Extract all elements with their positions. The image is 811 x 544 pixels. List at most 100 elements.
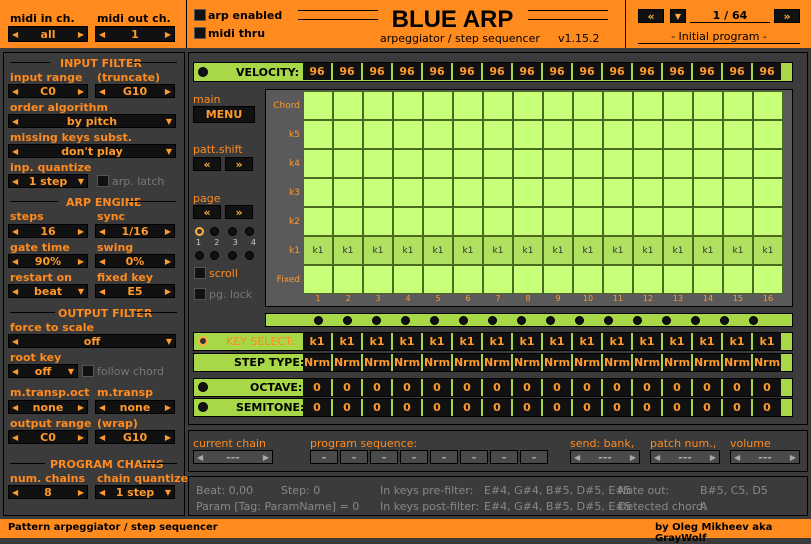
page-radio-4[interactable]: [245, 227, 254, 236]
grid-cell[interactable]: [753, 178, 783, 207]
octave-cell[interactable]: 0: [453, 379, 481, 396]
chevron-down-icon[interactable]: ▼: [166, 117, 172, 126]
step-type-cell[interactable]: Nrm: [393, 354, 421, 371]
grid-cell[interactable]: k1: [423, 236, 453, 265]
menu-button[interactable]: MENU: [193, 106, 255, 123]
grid-cell[interactable]: [573, 265, 603, 294]
grid-cell[interactable]: [603, 265, 633, 294]
page-radio-7[interactable]: [228, 251, 237, 260]
grid-cell[interactable]: [423, 149, 453, 178]
force-scale-select[interactable]: ◀ off ▼: [8, 334, 176, 348]
grid-cell[interactable]: [723, 178, 753, 207]
follow-chord-checkbox[interactable]: [82, 365, 94, 377]
velocity-cell[interactable]: 96: [513, 63, 541, 80]
grid-cell[interactable]: [633, 265, 663, 294]
grid-cell[interactable]: [543, 149, 573, 178]
velocity-cell[interactable]: 96: [633, 63, 661, 80]
sequence-slot[interactable]: -: [430, 450, 458, 464]
right-arrow-icon[interactable]: ▶: [78, 87, 84, 96]
step-type-cell[interactable]: Nrm: [543, 354, 571, 371]
grid-cell[interactable]: [663, 265, 693, 294]
grid-cell[interactable]: [723, 265, 753, 294]
grid-cell[interactable]: k1: [393, 236, 423, 265]
grid-cell[interactable]: [753, 149, 783, 178]
velocity-cell[interactable]: 96: [303, 63, 331, 80]
right-arrow-icon[interactable]: ▶: [710, 453, 716, 462]
right-arrow-icon[interactable]: ▶: [78, 227, 84, 236]
step-type-cell[interactable]: Nrm: [663, 354, 691, 371]
grid-cell[interactable]: [363, 207, 393, 236]
current-chain-select[interactable]: ◀ --- ▶: [193, 450, 273, 464]
grid-cell[interactable]: [633, 178, 663, 207]
grid-cell[interactable]: [753, 91, 783, 120]
midi-in-select[interactable]: ◀ all ▶: [8, 26, 88, 42]
velocity-cell[interactable]: 96: [483, 63, 511, 80]
right-arrow-icon[interactable]: ▶: [78, 30, 84, 39]
grid-cell[interactable]: [573, 149, 603, 178]
velocity-cell[interactable]: 96: [543, 63, 571, 80]
volume-select[interactable]: ◀ --- ▶: [730, 450, 800, 464]
semitone-cell[interactable]: 0: [423, 399, 451, 416]
grid-cell[interactable]: [393, 178, 423, 207]
right-arrow-icon[interactable]: ▶: [165, 87, 171, 96]
grid-cell[interactable]: k1: [513, 236, 543, 265]
semitone-cell[interactable]: 0: [513, 399, 541, 416]
grid-cell[interactable]: [363, 265, 393, 294]
grid-cell[interactable]: [603, 207, 633, 236]
chevron-down-icon[interactable]: ▼: [78, 177, 84, 186]
page-radio-5[interactable]: [195, 251, 204, 260]
grid-cell[interactable]: [663, 91, 693, 120]
octave-cell[interactable]: 0: [423, 379, 451, 396]
grid-cell[interactable]: [483, 149, 513, 178]
grid-cell[interactable]: k1: [543, 236, 573, 265]
grid-cell[interactable]: k1: [663, 236, 693, 265]
grid-cell[interactable]: [423, 207, 453, 236]
grid-cell[interactable]: [753, 207, 783, 236]
grid-cell[interactable]: [603, 120, 633, 149]
semitone-cell[interactable]: 0: [333, 399, 361, 416]
fixed-key-select[interactable]: ◀ E5 ▶: [95, 284, 175, 298]
grid-cell[interactable]: [453, 265, 483, 294]
grid-cell[interactable]: [333, 265, 363, 294]
octave-cell[interactable]: 0: [753, 379, 781, 396]
semitone-cell[interactable]: 0: [573, 399, 601, 416]
grid-cell[interactable]: k1: [633, 236, 663, 265]
program-dropdown-button[interactable]: ▼: [670, 9, 686, 23]
grid-cell[interactable]: [483, 207, 513, 236]
semitone-cell[interactable]: 0: [363, 399, 391, 416]
midi-thru-checkbox[interactable]: [194, 27, 206, 39]
velocity-cell[interactable]: 96: [333, 63, 361, 80]
grid-cell[interactable]: [603, 91, 633, 120]
key-select-cell[interactable]: k1: [663, 333, 691, 350]
velocity-cell[interactable]: 96: [453, 63, 481, 80]
grid-cell[interactable]: k1: [753, 236, 783, 265]
input-quantize-select[interactable]: ◀ 1 step ▼: [8, 174, 88, 188]
chevron-down-icon[interactable]: ▼: [166, 147, 172, 156]
velocity-indicator[interactable]: [198, 67, 208, 77]
grid-cell[interactable]: k1: [453, 236, 483, 265]
input-range-high[interactable]: ◀ G10 ▶: [95, 84, 175, 98]
grid-cell[interactable]: [513, 120, 543, 149]
velocity-cell[interactable]: 96: [693, 63, 721, 80]
grid-cell[interactable]: [423, 120, 453, 149]
sequence-slot[interactable]: -: [340, 450, 368, 464]
grid-cell[interactable]: [363, 149, 393, 178]
velocity-cell[interactable]: 96: [663, 63, 691, 80]
grid-cell[interactable]: [483, 265, 513, 294]
grid-cell[interactable]: [693, 120, 723, 149]
velocity-cell[interactable]: 96: [753, 63, 781, 80]
semitone-cell[interactable]: 0: [543, 399, 571, 416]
grid-cell[interactable]: [423, 265, 453, 294]
semitone-indicator[interactable]: [198, 402, 208, 412]
steps-select[interactable]: ◀ 16 ▶: [8, 224, 88, 238]
key-select-cell[interactable]: k1: [393, 333, 421, 350]
semitone-cell[interactable]: 0: [483, 399, 511, 416]
grid-cell[interactable]: [303, 120, 333, 149]
page-right-button[interactable]: »: [225, 205, 253, 219]
step-type-cell[interactable]: Nrm: [423, 354, 451, 371]
grid-cell[interactable]: [483, 178, 513, 207]
semitone-cell[interactable]: 0: [693, 399, 721, 416]
octave-indicator[interactable]: [198, 382, 208, 392]
right-arrow-icon[interactable]: ▶: [165, 30, 171, 39]
grid-cell[interactable]: [513, 265, 543, 294]
